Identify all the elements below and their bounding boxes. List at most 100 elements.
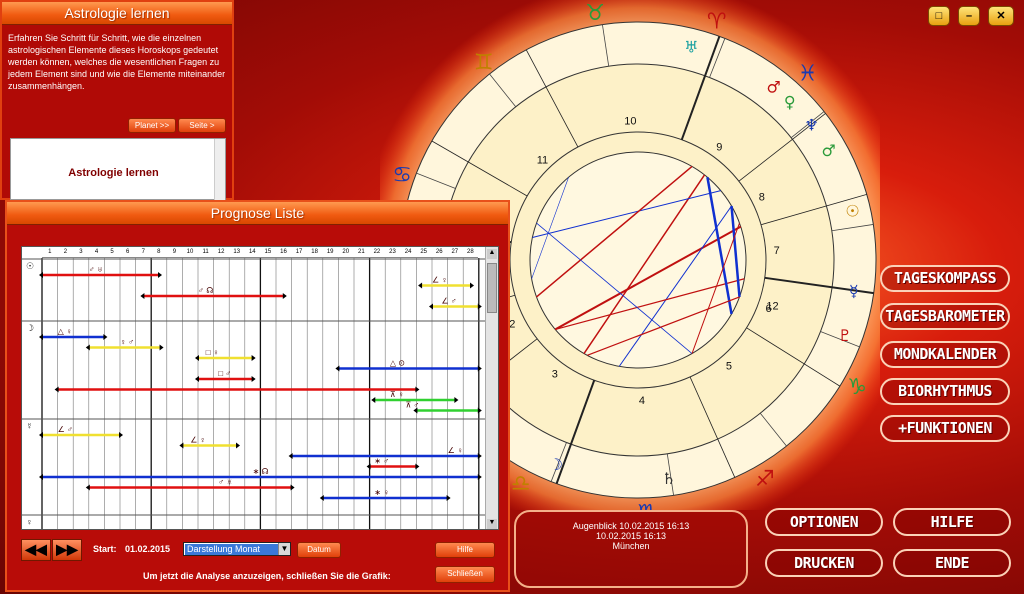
darstellung-select[interactable]: Darstellung Monat ▼ — [183, 542, 291, 556]
close-window-button[interactable]: ✕ — [988, 6, 1014, 26]
mondkalender-button[interactable]: MONDKALENDER — [880, 341, 1010, 368]
ende-button[interactable]: ENDE — [893, 549, 1011, 577]
bar-arrow-end — [282, 293, 287, 299]
zodiac-sign-glyph: ♊ — [474, 50, 494, 75]
house-number: 11 — [537, 154, 548, 166]
bar-arrow-start — [39, 474, 43, 480]
aspect-symbol-label: ∗ ♀ — [374, 488, 389, 497]
schliessen-button[interactable]: Schließen — [435, 566, 495, 583]
prognose-liste-title: Prognose Liste — [7, 202, 508, 225]
minimize-window-button[interactable]: – — [958, 6, 980, 26]
scroll-down-icon[interactable]: ▼ — [487, 519, 497, 529]
aspect-symbol-label: ∠ ♂ — [441, 297, 456, 306]
prognose-grid: 1 2 3 4 5 6 7 8 9 10 11 12 13 14 15 16 17 18 19 20 21 22 23 24 2… — [21, 246, 499, 530]
next-button[interactable]: ▶▶ — [52, 539, 82, 561]
location-line: München — [612, 541, 650, 551]
bar-arrow-start — [39, 272, 43, 278]
zodiac-sign-glyph: ♒ — [879, 214, 880, 239]
optionen-button[interactable]: OPTIONEN — [765, 508, 883, 536]
drucken-button[interactable]: DRUCKEN — [765, 549, 883, 577]
seite-next-button[interactable]: Seite > — [178, 118, 226, 133]
date-line: 10.02.2015 16:13 — [595, 531, 667, 541]
aspect-symbol-label: ∗ ♂ — [374, 457, 389, 466]
zodiac-sign-glyph: ♏ — [638, 501, 658, 510]
datum-button[interactable]: Datum — [297, 542, 341, 558]
planet-glyph: ♆ — [804, 116, 818, 135]
bar-arrow-end — [454, 397, 459, 403]
aspect-symbol-label: ∠ ♀ — [448, 446, 463, 455]
zodiac-sign-glyph: ♎ — [511, 472, 531, 497]
bar-arrow-end — [251, 376, 256, 382]
bar-arrow-end — [477, 407, 482, 414]
bar-arrow-start — [429, 303, 433, 310]
zodiac-sign-glyph: ♉ — [585, 1, 605, 26]
planet-glyph: ♂ — [766, 78, 780, 97]
funktionen-button[interactable]: +FUNKTIONEN — [880, 415, 1010, 442]
astrologie-lernen-title: Astrologie lernen — [2, 2, 232, 25]
prognose-liste-window: Prognose Liste 1 2 3 4 5 6 7 8 9 10 11 12 13 14 15 16 17… — [5, 200, 510, 592]
previous-button[interactable]: ◀◀ — [21, 539, 51, 561]
bar-arrow-end — [446, 495, 451, 501]
scroll-up-icon[interactable]: ▲ — [487, 249, 497, 259]
tagesbarometer-button[interactable]: TAGESBAROMETER — [880, 303, 1010, 330]
astrologie-content-box: Astrologie lernen — [10, 138, 226, 201]
bar-arrow-end — [477, 303, 482, 310]
aspect-symbol-label: △ ♀ — [58, 327, 72, 336]
astrologie-scrollbar[interactable] — [214, 139, 225, 201]
bar-arrow-start — [288, 453, 293, 459]
planet-glyph: ♂ — [822, 141, 836, 160]
bar-arrow-start — [195, 376, 199, 382]
moment-info-box: Augenblick 10.02.2015 16:13 10.02.2015 1… — [514, 510, 748, 588]
planet-next-button[interactable]: Planet >> — [128, 118, 176, 133]
house-number: 3 — [552, 368, 558, 380]
bar-arrow-end — [236, 442, 240, 449]
bar-arrow-start — [335, 365, 340, 372]
astrologie-box-title: Astrologie lernen — [68, 167, 159, 179]
bar-arrow-start — [366, 463, 371, 470]
bar-arrow-end — [290, 484, 295, 491]
astrologie-description: Erfahren Sie Schritt für Schritt, wie di… — [8, 33, 226, 91]
bar-arrow-end — [477, 453, 482, 459]
house-number: 4 — [639, 395, 645, 407]
aspect-symbol-label: ∠ ♂ — [58, 425, 73, 434]
bar-arrow-start — [418, 282, 423, 289]
house-number: 12 — [766, 301, 778, 313]
planet-row-symbol: ☽ — [26, 323, 34, 333]
bar-arrow-start — [195, 355, 199, 361]
bar-arrow-start — [39, 334, 43, 340]
aspect-symbol-label: ⊼ ♀ — [390, 390, 404, 399]
minimize-icon: – — [965, 10, 973, 22]
scroll-thumb[interactable] — [487, 263, 497, 313]
aspect-symbol-label: △ ⊙ — [390, 359, 405, 368]
aspect-symbol-label: □ ♂ — [218, 369, 231, 378]
tageskompass-button[interactable]: TAGESKOMPASS — [880, 265, 1010, 292]
restore-window-button[interactable]: □ — [928, 6, 950, 26]
grid-vertical-scrollbar[interactable]: ▲ ▼ — [485, 247, 498, 529]
hilfe-main-button[interactable]: HILFE — [893, 508, 1011, 536]
close-icon: ✕ — [996, 10, 1006, 22]
moment-line: Augenblick 10.02.2015 16:13 — [572, 521, 690, 531]
aspect-symbol-label: ∗ ☊ — [253, 467, 269, 476]
fast-forward-icon: ▶▶ — [56, 541, 78, 557]
aspect-symbol-label: ♂ ♅ — [89, 265, 103, 274]
bar-arrow-end — [477, 365, 482, 372]
rewind-icon: ◀◀ — [25, 541, 47, 557]
bar-arrow-start — [85, 484, 90, 491]
house-number: 5 — [726, 361, 732, 373]
bar-arrow-start — [140, 293, 145, 299]
aspect-symbol-label: ♂ ☊ — [198, 286, 213, 295]
bar-arrow-end — [159, 344, 164, 351]
chevron-down-icon[interactable]: ▼ — [278, 543, 290, 555]
biorhythmus-button[interactable]: BIORHYTHMUS — [880, 378, 1010, 405]
aspect-symbol-label: ∠ ♀ — [432, 276, 447, 285]
zodiac-sign-glyph: ♈ — [707, 9, 727, 34]
house-number: 9 — [716, 142, 722, 154]
hilfe-button[interactable]: Hilfe — [435, 542, 495, 558]
bar-arrow-end — [415, 386, 420, 393]
aspect-symbol-label: □ ♀ — [206, 348, 219, 357]
planet-glyph: ☉ — [845, 202, 859, 221]
start-date: 01.02.2015 — [125, 544, 171, 554]
bar-arrow-end — [415, 463, 420, 470]
bar-arrow-start — [39, 432, 43, 438]
prognose-grid-lines: ☉ ☽ ☿ ♀ ♂ ♅ ∠ ♀ ♂ ☊ ∠ ♂ △ ♀ ♀ ♂ □ ♀ △ ⊙ □ ♂ ⊼ ♀⊼ ♂ ∠ ♂… — [22, 258, 487, 529]
